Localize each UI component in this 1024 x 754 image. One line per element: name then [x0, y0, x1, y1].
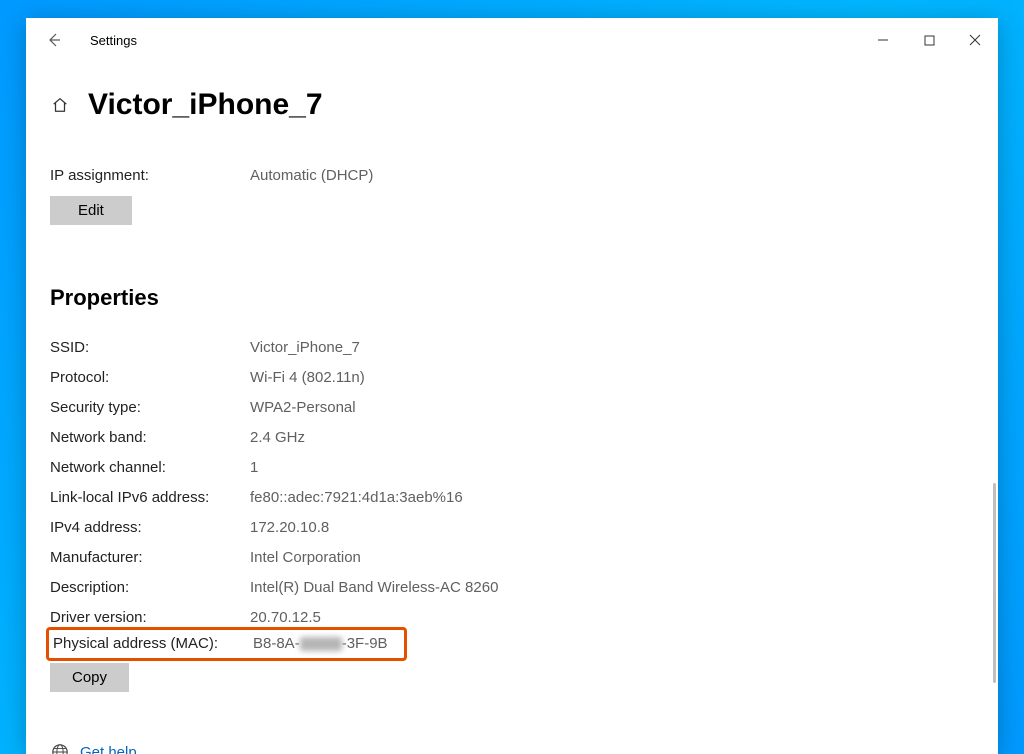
mac-prefix: B8-8A [253, 635, 295, 652]
property-row: Security type: WPA2-Personal [50, 393, 998, 423]
back-button[interactable] [44, 30, 64, 50]
ip-assignment-label: IP assignment: [50, 162, 250, 190]
property-label: Manufacturer: [50, 543, 250, 573]
scrollbar[interactable] [993, 483, 996, 683]
property-value: WPA2-Personal [250, 393, 356, 423]
property-label: Protocol: [50, 363, 250, 393]
mac-suffix: -3F-9B [342, 635, 388, 652]
window-controls [860, 24, 998, 56]
property-value: fe80::adec:7921:4d1a:3aeb%16 [250, 483, 463, 513]
property-label: Security type: [50, 393, 250, 423]
property-value: 2.4 GHz [250, 423, 305, 453]
content-area: Victor_iPhone_7 IP assignment: Automatic… [26, 62, 998, 754]
property-label: Description: [50, 573, 250, 603]
properties-table: SSID: Victor_iPhone_7 Protocol: Wi-Fi 4 … [50, 333, 998, 625]
property-value: Intel(R) Dual Band Wireless-AC 8260 [250, 573, 498, 603]
property-row: Network channel: 1 [50, 453, 998, 483]
property-label: Link-local IPv6 address: [50, 483, 250, 513]
property-value: 172.20.10.8 [250, 513, 329, 543]
page-title: Victor_iPhone_7 [88, 88, 323, 122]
property-row: Manufacturer: Intel Corporation [50, 543, 998, 573]
mac-value: B8-8A--3F-9B [253, 634, 388, 654]
titlebar: Settings [26, 18, 998, 62]
help-link-text: Get help [80, 744, 137, 754]
home-icon[interactable] [50, 95, 70, 115]
maximize-button[interactable] [906, 24, 952, 56]
property-label: IPv4 address: [50, 513, 250, 543]
app-title: Settings [90, 33, 137, 48]
property-value: 20.70.12.5 [250, 603, 321, 625]
property-label: SSID: [50, 333, 250, 363]
settings-window: Settings Victor_iPhone_7 IP assignment: … [26, 18, 998, 754]
help-icon [50, 742, 70, 754]
property-row: Link-local IPv6 address: fe80::adec:7921… [50, 483, 998, 513]
property-value: Victor_iPhone_7 [250, 333, 360, 363]
property-row: Network band: 2.4 GHz [50, 423, 998, 453]
copy-button[interactable]: Copy [50, 663, 129, 692]
ip-assignment-value: Automatic (DHCP) [250, 162, 373, 190]
minimize-button[interactable] [860, 24, 906, 56]
property-row: Driver version: 20.70.12.5 [50, 603, 998, 625]
property-value: 1 [250, 453, 258, 483]
edit-button[interactable]: Edit [50, 196, 132, 225]
mac-label: Physical address (MAC): [53, 634, 253, 654]
property-label: Driver version: [50, 603, 250, 625]
property-label: Network channel: [50, 453, 250, 483]
property-value: Wi-Fi 4 (802.11n) [250, 363, 365, 393]
property-row: Description: Intel(R) Dual Band Wireless… [50, 573, 998, 603]
property-row: SSID: Victor_iPhone_7 [50, 333, 998, 363]
page-header: Victor_iPhone_7 [50, 88, 998, 122]
properties-heading: Properties [50, 285, 998, 311]
property-value: Intel Corporation [250, 543, 361, 573]
ip-assignment-row: IP assignment: Automatic (DHCP) [50, 162, 998, 190]
close-button[interactable] [952, 24, 998, 56]
get-help-link[interactable]: Get help [50, 742, 998, 754]
mac-row: Physical address (MAC): B8-8A--3F-9B [53, 634, 388, 654]
property-label: Network band: [50, 423, 250, 453]
property-row: IPv4 address: 172.20.10.8 [50, 513, 998, 543]
mac-redacted [300, 637, 342, 651]
property-row: Protocol: Wi-Fi 4 (802.11n) [50, 363, 998, 393]
mac-highlight: Physical address (MAC): B8-8A--3F-9B [46, 627, 407, 661]
